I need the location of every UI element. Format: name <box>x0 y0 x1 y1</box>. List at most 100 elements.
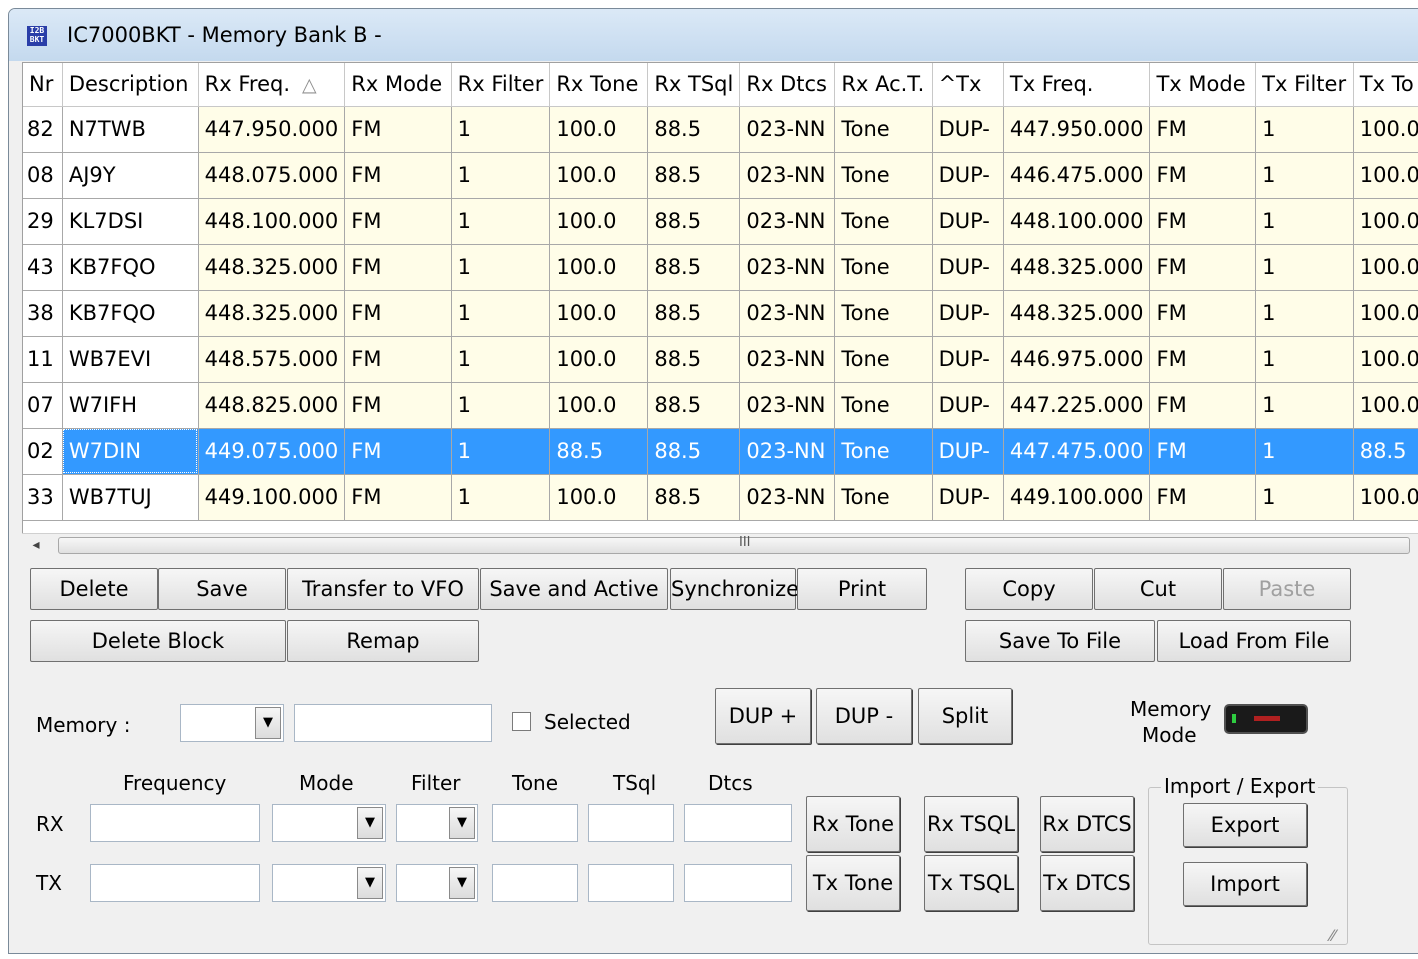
table-cell[interactable]: Tone <box>834 428 933 475</box>
print-button[interactable]: Print <box>797 568 927 610</box>
table-cell[interactable]: FM <box>344 244 452 291</box>
table-cell[interactable]: 88.5 <box>647 428 741 475</box>
table-cell[interactable]: 100.0 <box>549 198 649 245</box>
table-cell[interactable]: 448.325.000 <box>1003 244 1151 291</box>
table-cell[interactable]: DUP- <box>932 244 1004 291</box>
table-row[interactable]: 29 KL7DSI 448.100.000 FM 1 100.0 88.5 023-NN Ton… <box>23 198 1418 245</box>
column-header-rx-tone[interactable]: Rx Tone <box>549 63 649 107</box>
table-cell[interactable]: 88.5 <box>549 428 649 475</box>
table-cell[interactable]: 100.0 <box>1353 290 1418 337</box>
table-cell[interactable]: 100.0 <box>549 244 649 291</box>
tx-frequency-input[interactable] <box>90 864 260 902</box>
table-cell[interactable]: Tone <box>834 290 933 337</box>
table-cell[interactable]: 023-NN <box>739 198 836 245</box>
rx-tsql-button[interactable]: Rx TSQL <box>924 796 1018 852</box>
table-cell[interactable]: 448.075.000 <box>198 152 346 199</box>
table-cell[interactable]: FM <box>1149 474 1257 521</box>
table-cell[interactable]: 29 <box>23 198 63 245</box>
rx-dtcs-button[interactable]: Rx DTCS <box>1040 796 1134 852</box>
column-header-rx-filter[interactable]: Rx Filter <box>451 63 551 107</box>
table-cell[interactable]: FM <box>1149 428 1257 475</box>
table-cell[interactable]: 1 <box>1255 290 1354 337</box>
table-cell[interactable]: 1 <box>1255 152 1354 199</box>
table-cell[interactable]: 023-NN <box>739 290 836 337</box>
table-cell[interactable]: FM <box>344 290 452 337</box>
table-cell[interactable]: 1 <box>451 336 551 383</box>
table-row[interactable]: 43 KB7FQO 448.325.000 FM 1 100.0 88.5 023-NN Ton… <box>23 244 1418 291</box>
table-cell[interactable]: 447.950.000 <box>198 106 346 153</box>
table-cell[interactable]: WB7TUJ <box>62 474 199 521</box>
table-cell[interactable]: 1 <box>451 428 551 475</box>
split-button[interactable]: Split <box>918 688 1012 744</box>
dup-plus-button[interactable]: DUP + <box>715 688 811 744</box>
memory-name-input[interactable] <box>294 704 492 742</box>
table-cell[interactable]: 100.0 <box>549 382 649 429</box>
chevron-down-icon[interactable]: ▼ <box>449 807 475 839</box>
table-cell[interactable]: DUP- <box>932 428 1004 475</box>
chevron-down-icon[interactable]: ▼ <box>357 867 383 899</box>
table-cell[interactable]: FM <box>1149 336 1257 383</box>
table-cell[interactable]: DUP- <box>932 290 1004 337</box>
table-cell[interactable]: Tone <box>834 106 933 153</box>
table-cell[interactable]: 11 <box>23 336 63 383</box>
table-cell[interactable]: 023-NN <box>739 336 836 383</box>
tx-filter-select[interactable]: ▼ <box>396 864 478 902</box>
table-cell[interactable]: FM <box>344 336 452 383</box>
table-cell[interactable]: 88.5 <box>647 336 741 383</box>
table-cell[interactable]: 023-NN <box>739 152 836 199</box>
table-cell[interactable]: 1 <box>1255 106 1354 153</box>
table-cell[interactable]: FM <box>1149 244 1257 291</box>
table-cell[interactable]: 1 <box>451 244 551 291</box>
table-cell[interactable]: 100.0 <box>1353 474 1418 521</box>
table-cell[interactable]: FM <box>1149 290 1257 337</box>
table-cell[interactable]: FM <box>1149 382 1257 429</box>
table-cell[interactable]: 448.825.000 <box>198 382 346 429</box>
table-cell[interactable]: 023-NN <box>739 382 836 429</box>
table-cell[interactable]: WB7EVI <box>62 336 199 383</box>
table-cell[interactable]: 100.0 <box>549 474 649 521</box>
table-cell[interactable]: FM <box>344 106 452 153</box>
table-cell[interactable]: Tone <box>834 474 933 521</box>
tx-dtcs-input[interactable] <box>684 864 792 902</box>
rx-frequency-input[interactable] <box>90 804 260 842</box>
table-cell[interactable]: 1 <box>451 152 551 199</box>
delete-button[interactable]: Delete <box>30 568 158 610</box>
table-cell[interactable]: 449.100.000 <box>198 474 346 521</box>
table-row[interactable]: 11 WB7EVI 448.575.000 FM 1 100.0 88.5 023-NN Ton… <box>23 336 1418 383</box>
table-cell[interactable]: 446.475.000 <box>1003 152 1151 199</box>
column-header-description[interactable]: Description <box>62 63 199 107</box>
table-cell[interactable]: 100.0 <box>549 106 649 153</box>
table-cell[interactable]: Tone <box>834 244 933 291</box>
copy-button[interactable]: Copy <box>965 568 1093 610</box>
table-cell[interactable]: 88.5 <box>1353 428 1418 475</box>
table-cell[interactable]: 448.575.000 <box>198 336 346 383</box>
cut-button[interactable]: Cut <box>1094 568 1222 610</box>
table-cell[interactable]: 1 <box>1255 382 1354 429</box>
tx-tsql-button[interactable]: Tx TSQL <box>924 855 1018 911</box>
table-cell[interactable]: FM <box>344 382 452 429</box>
table-cell[interactable]: 1 <box>1255 428 1354 475</box>
table-row[interactable]: 02 W7DIN 449.075.000 FM 1 88.5 88.5 023-NN Tone D… <box>23 428 1418 475</box>
table-cell[interactable]: DUP- <box>932 336 1004 383</box>
column-header-tx-freq[interactable]: Tx Freq. <box>1003 63 1151 107</box>
table-cell[interactable]: 100.0 <box>1353 152 1418 199</box>
table-cell[interactable]: 448.325.000 <box>198 244 346 291</box>
table-cell[interactable]: DUP- <box>932 474 1004 521</box>
table-cell[interactable]: 43 <box>23 244 63 291</box>
column-header-tx-to[interactable]: Tx To <box>1353 63 1418 107</box>
table-cell[interactable]: 38 <box>23 290 63 337</box>
table-cell[interactable]: Tone <box>834 198 933 245</box>
column-header-rx-ac-t[interactable]: Rx Ac.T. <box>834 63 933 107</box>
remap-button[interactable]: Remap <box>287 620 479 662</box>
table-row[interactable]: 38 KB7FQO 448.325.000 FM 1 100.0 88.5 023-NN Ton… <box>23 290 1418 337</box>
table-cell[interactable]: 88.5 <box>647 152 741 199</box>
table-cell[interactable]: 448.325.000 <box>198 290 346 337</box>
table-cell[interactable]: DUP- <box>932 152 1004 199</box>
export-button[interactable]: Export <box>1183 803 1307 847</box>
table-cell[interactable]: 100.0 <box>549 336 649 383</box>
tx-tone-button[interactable]: Tx Tone <box>806 855 900 911</box>
table-cell[interactable]: 448.100.000 <box>1003 198 1151 245</box>
table-cell[interactable]: KB7FQO <box>62 244 199 291</box>
table-row[interactable]: 07 W7IFH 448.825.000 FM 1 100.0 88.5 023-NN Tone… <box>23 382 1418 429</box>
table-cell[interactable]: 100.0 <box>1353 336 1418 383</box>
